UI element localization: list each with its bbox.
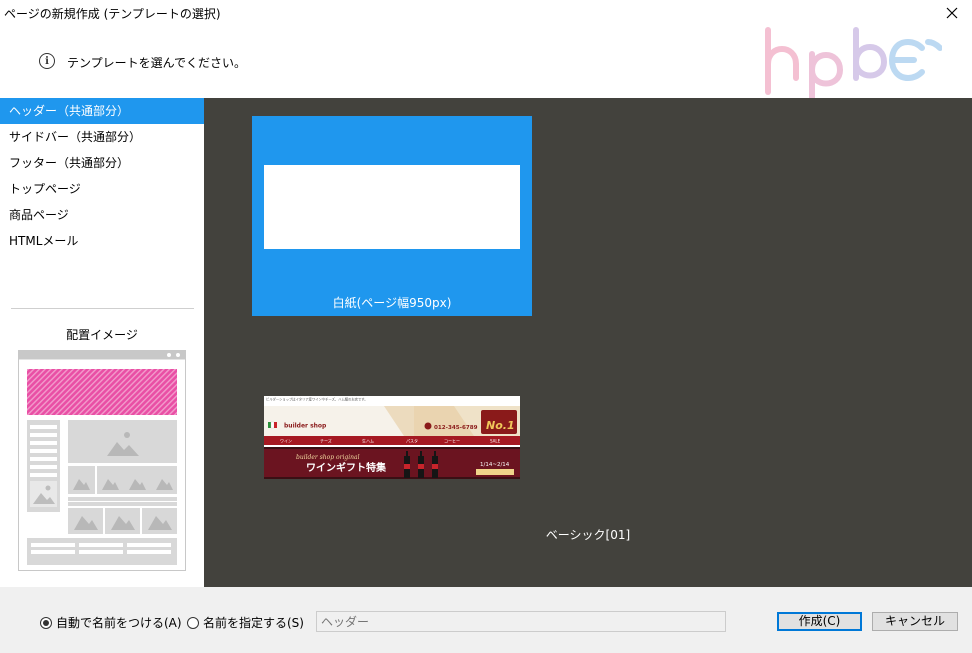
hpbec-logo	[765, 27, 942, 98]
thumb-nav-item: ワイン	[280, 439, 292, 444]
thumb-banner-date: 1/14~2/14	[480, 462, 510, 468]
thumb-nav-item: 生ハム	[362, 438, 374, 444]
thumb-banner-title: ワインギフト特集	[306, 461, 387, 474]
thumb-banner-sub: builder shop original	[296, 454, 360, 461]
thumb-phone: 012-345-6789	[434, 425, 478, 431]
manual-name-radio[interactable]: 名前を指定する(S)	[187, 614, 304, 631]
page-name-input[interactable]	[316, 611, 726, 632]
window-title: ページの新規作成 (テンプレートの選択)	[4, 7, 221, 21]
thumb-nav-item: パスタ	[406, 438, 418, 444]
title-bar: ページの新規作成 (テンプレートの選択)	[0, 0, 972, 26]
template-blank-thumbnail	[264, 165, 520, 249]
info-icon: i	[39, 53, 55, 69]
template-basic-caption: ベーシック[01]	[545, 528, 631, 542]
create-button[interactable]: 作成(C)	[777, 612, 862, 631]
auto-name-radio-button[interactable]	[40, 616, 52, 629]
thumb-nav-item: コーヒー	[444, 439, 460, 444]
auto-name-radio[interactable]: 自動で名前をつける(A)	[40, 614, 182, 631]
auto-name-radio-label: 自動で名前をつける(A)	[56, 616, 182, 630]
template-blank[interactable]: 白紙(ページ幅950px)	[252, 116, 532, 316]
layout-preview-image	[18, 350, 186, 571]
close-button[interactable]	[932, 0, 972, 26]
layout-preview-title: 配置イメージ	[66, 328, 138, 342]
category-item-product-page[interactable]: 商品ページ	[0, 202, 204, 228]
instruction-text: テンプレートを選んでください。	[67, 56, 247, 70]
category-item-html-mail[interactable]: HTMLメール	[0, 228, 204, 254]
divider	[11, 308, 194, 309]
thumb-shop-name: builder shop	[284, 423, 327, 430]
category-item-footer[interactable]: フッター（共通部分）	[0, 150, 204, 176]
thumb-badge: No.1	[486, 419, 515, 432]
bottom-bar: 自動で名前をつける(A) 名前を指定する(S) 作成(C) キャンセル	[0, 587, 972, 653]
thumb-nav-item: チーズ	[320, 438, 332, 444]
template-basic-thumbnail[interactable]: ビルダーショップはイタリア産ワインやチーズ、ハム類のお店です。 builder …	[264, 396, 520, 479]
template-gallery: 白紙(ページ幅950px) ビルダーショップはイタリア産ワインやチーズ、ハム類の…	[204, 98, 972, 587]
thumb-top-text: ビルダーショップはイタリア産ワインやチーズ、ハム類のお店です。	[266, 397, 368, 402]
category-list: ヘッダー（共通部分） サイドバー（共通部分） フッター（共通部分） トップページ…	[0, 98, 204, 254]
category-item-top-page[interactable]: トップページ	[0, 176, 204, 202]
manual-name-radio-button[interactable]	[187, 616, 199, 629]
close-icon	[946, 7, 958, 19]
dialog-header: i テンプレートを選んでください。	[0, 26, 972, 98]
category-panel: ヘッダー（共通部分） サイドバー（共通部分） フッター（共通部分） トップページ…	[0, 98, 204, 587]
thumb-nav-item: SALE	[490, 439, 501, 444]
cancel-button[interactable]: キャンセル	[872, 612, 958, 631]
manual-name-radio-label: 名前を指定する(S)	[203, 616, 304, 630]
category-item-sidebar[interactable]: サイドバー（共通部分）	[0, 124, 204, 150]
category-item-header[interactable]: ヘッダー（共通部分）	[0, 98, 204, 124]
template-blank-caption: 白紙(ページ幅950px)	[332, 296, 452, 310]
